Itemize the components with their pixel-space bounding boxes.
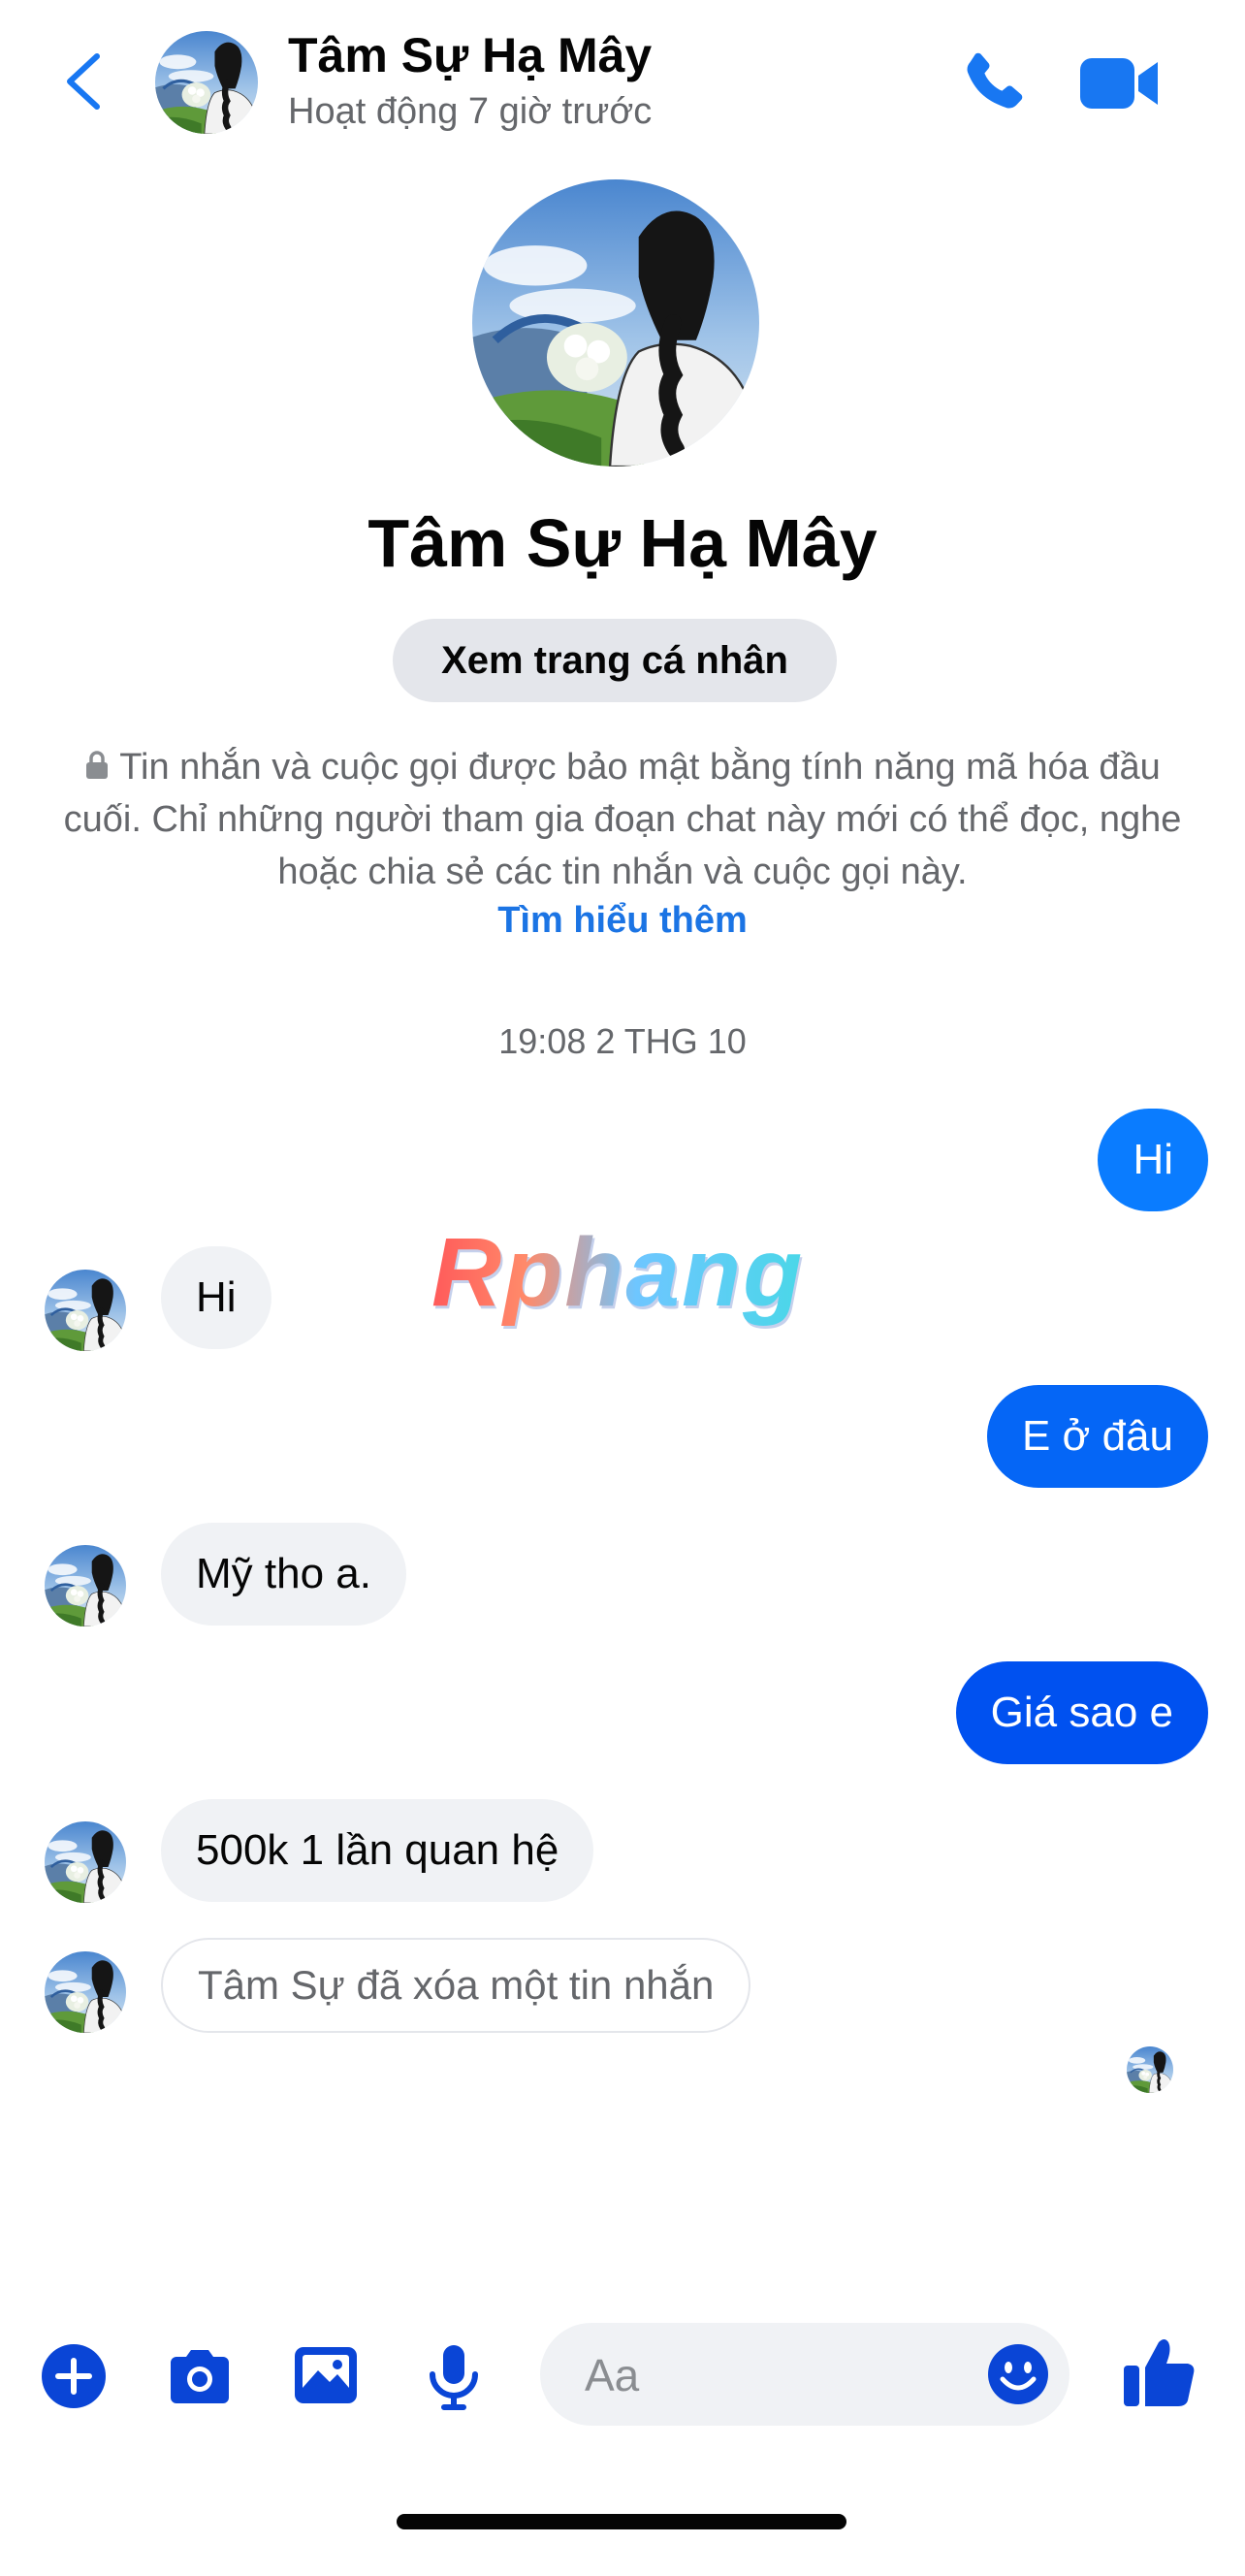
message-timestamp: 19:08 2 THG 10	[498, 1021, 747, 1061]
incoming-message[interactable]: 500k 1 lần quan hệ	[161, 1799, 594, 1902]
contact-status: Hoạt động 7 giờ trước	[288, 91, 653, 132]
profile-name: Tâm Sự Hạ Mây	[367, 505, 878, 581]
contact-avatar[interactable]	[155, 31, 258, 134]
thumbs-up-icon	[1124, 2339, 1195, 2406]
message-avatar[interactable]	[45, 1821, 126, 1903]
view-profile-button[interactable]: Xem trang cá nhân	[393, 619, 837, 702]
back-button[interactable]	[56, 47, 114, 116]
learn-more-link[interactable]: Tìm hiểu thêm	[0, 900, 1245, 942]
more-actions-button[interactable]	[37, 2339, 111, 2413]
audio-call-button[interactable]	[955, 47, 1029, 120]
gallery-button[interactable]	[289, 2339, 363, 2413]
like-button[interactable]	[1120, 2333, 1199, 2412]
camera-button[interactable]	[163, 2339, 237, 2413]
message-input-container[interactable]	[540, 2323, 1069, 2428]
encryption-notice-text: Tin nhắn và cuộc gọi được bảo mật bằng t…	[63, 747, 1182, 892]
video-camera-icon	[1080, 58, 1158, 109]
voice-message-button[interactable]	[417, 2339, 491, 2413]
plus-icon	[42, 2344, 106, 2408]
camera-icon	[171, 2350, 229, 2403]
profile-avatar[interactable]	[472, 179, 759, 467]
message-avatar[interactable]	[45, 1545, 126, 1626]
contact-name[interactable]: Tâm Sự Hạ Mây	[288, 27, 652, 83]
outgoing-message[interactable]: Giá sao e	[955, 1661, 1208, 1764]
phone-icon	[967, 52, 1023, 109]
image-icon	[295, 2347, 357, 2403]
incoming-message[interactable]: Hi	[161, 1246, 271, 1349]
home-indicator	[397, 2514, 846, 2529]
incoming-message[interactable]: Mỹ tho a.	[161, 1523, 406, 1626]
outgoing-message[interactable]: E ở đâu	[986, 1385, 1208, 1488]
chevron-left-icon	[67, 53, 100, 110]
video-call-button[interactable]	[1076, 50, 1164, 116]
chat-header: Tâm Sự Hạ Mây Hoạt động 7 giờ trước	[0, 0, 1245, 165]
microphone-icon	[430, 2345, 478, 2410]
lock-icon	[86, 751, 109, 779]
message-avatar[interactable]	[45, 1270, 126, 1351]
deleted-message[interactable]: Tâm Sự đã xóa một tin nhắn	[161, 1938, 751, 2033]
seen-indicator-avatar	[1127, 2046, 1173, 2093]
emoji-icon	[988, 2344, 1048, 2404]
message-avatar[interactable]	[45, 1951, 126, 2033]
outgoing-message[interactable]: Hi	[1098, 1109, 1208, 1211]
watermark-logo: Rphang	[431, 1218, 805, 1327]
message-input[interactable]	[583, 2323, 955, 2428]
encryption-notice: Tin nhắn và cuộc gọi được bảo mật bằng t…	[58, 741, 1187, 898]
emoji-button[interactable]	[986, 2342, 1050, 2406]
